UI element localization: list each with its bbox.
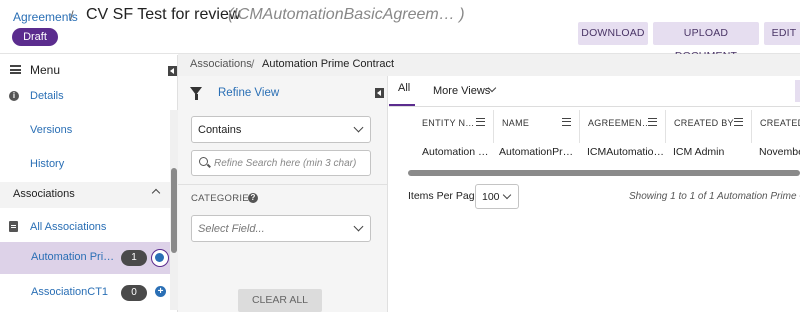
column-header-entity-name[interactable]: ENTITY N… bbox=[414, 110, 494, 143]
refine-search-input[interactable] bbox=[214, 152, 369, 174]
edit-button[interactable]: EDIT bbox=[764, 22, 800, 45]
toolbar-button-partial[interactable] bbox=[795, 80, 800, 102]
menu-row: Menu bbox=[0, 55, 178, 85]
table-cell[interactable]: Automation … bbox=[422, 146, 492, 158]
more-views-dropdown[interactable]: More Views bbox=[433, 85, 490, 97]
edit-icon[interactable] bbox=[151, 249, 169, 267]
column-menu-icon[interactable] bbox=[648, 118, 657, 126]
grid-horizontal-scrollbar[interactable] bbox=[408, 170, 800, 176]
column-label: NAME bbox=[502, 118, 530, 128]
upload-document-button[interactable]: UPLOAD DOCUMENT bbox=[653, 22, 759, 62]
chevron-up-icon[interactable] bbox=[151, 188, 161, 198]
search-icon bbox=[199, 157, 208, 166]
sidebar-scrollbar[interactable] bbox=[170, 110, 178, 310]
column-label: ENTITY N… bbox=[422, 118, 475, 128]
status-badge: Draft bbox=[12, 28, 58, 46]
items-per-page-label: Items Per Page bbox=[408, 190, 481, 202]
sidebar-item-automation-prime-contract[interactable]: Automation Prim… 1 bbox=[0, 242, 171, 274]
column-menu-icon[interactable] bbox=[734, 118, 743, 126]
association-count-badge: 0 bbox=[121, 285, 147, 301]
table-cell[interactable]: AutomationPr… bbox=[499, 146, 579, 158]
table-cell[interactable]: November bbox=[759, 146, 800, 158]
document-icon bbox=[9, 221, 18, 232]
chevron-down-icon bbox=[502, 190, 512, 200]
refine-view-panel: Refine View Contains CATEGORIES ? Select… bbox=[178, 76, 388, 312]
table-cell[interactable]: ICM Admin bbox=[673, 146, 749, 158]
info-icon: i bbox=[9, 91, 19, 101]
table-cell[interactable]: ICMAutomatio… bbox=[587, 146, 663, 158]
chevron-down-icon bbox=[353, 122, 364, 133]
grid-area: All More Views ENTITY N… NAME AGREEMEN… … bbox=[389, 76, 800, 312]
breadcrumb-separator: / bbox=[251, 57, 255, 71]
column-menu-icon[interactable] bbox=[562, 118, 571, 126]
help-icon[interactable]: ? bbox=[248, 193, 258, 203]
field-select-placeholder: Select Field... bbox=[198, 223, 265, 235]
clear-all-button[interactable]: CLEAR ALL bbox=[238, 289, 322, 312]
categories-label: CATEGORIES bbox=[191, 193, 256, 204]
items-per-page-select[interactable]: 100 bbox=[475, 184, 519, 209]
column-label: AGREEMEN… bbox=[588, 118, 652, 128]
association-breadcrumb: Associations / Automation Prime Contract bbox=[178, 54, 800, 76]
breadcrumb-current: Automation Prime Contract bbox=[262, 58, 395, 70]
hamburger-icon[interactable] bbox=[10, 65, 21, 74]
column-menu-icon[interactable] bbox=[476, 118, 485, 126]
breadcrumb-associations-link[interactable]: Associations bbox=[190, 58, 252, 70]
associations-section-label: Associations bbox=[13, 188, 75, 200]
sidebar: Menu i Details Versions History Associat… bbox=[0, 55, 178, 312]
association-label: AssociationCT1 bbox=[31, 286, 109, 298]
tab-all[interactable]: All bbox=[398, 82, 410, 94]
sidebar-item-details[interactable]: Details bbox=[30, 90, 198, 102]
column-header-created-by[interactable]: CREATED BY bbox=[666, 110, 752, 143]
field-select[interactable]: Select Field... bbox=[191, 215, 371, 242]
page-title: CV SF Test for review bbox=[86, 6, 241, 23]
column-label: CREATED D bbox=[760, 118, 800, 128]
breadcrumb-agreements-link[interactable]: Agreements bbox=[13, 10, 78, 24]
page-header: Agreements / CV SF Test for review (ICMA… bbox=[0, 0, 800, 62]
column-header-name[interactable]: NAME bbox=[494, 110, 580, 143]
download-button[interactable]: DOWNLOAD bbox=[578, 22, 648, 45]
association-count-badge: 1 bbox=[121, 250, 147, 266]
association-label: Automation Prim… bbox=[31, 251, 117, 263]
refine-view-title: Refine View bbox=[218, 87, 280, 99]
operator-select[interactable]: Contains bbox=[191, 116, 371, 143]
divider bbox=[178, 184, 388, 185]
plus-icon[interactable]: + bbox=[155, 286, 166, 297]
menu-label: Menu bbox=[30, 63, 61, 77]
pagination-summary: Showing 1 to 1 of 1 Automation Prime Con… bbox=[629, 191, 800, 202]
breadcrumb-separator: / bbox=[70, 8, 74, 23]
tabs-divider bbox=[389, 106, 800, 107]
items-per-page-value: 100 bbox=[482, 191, 500, 203]
page-subtitle: (ICMAutomationBasicAgreem… ) bbox=[228, 6, 465, 23]
collapse-refine-icon[interactable] bbox=[375, 88, 384, 98]
collapse-sidebar-icon[interactable] bbox=[168, 66, 177, 76]
sidebar-item-associationct1[interactable]: AssociationCT1 0 + bbox=[0, 277, 171, 309]
refine-search-field[interactable] bbox=[191, 150, 371, 176]
operator-select-value: Contains bbox=[198, 124, 242, 136]
column-header-agreement[interactable]: AGREEMEN… bbox=[580, 110, 666, 143]
sidebar-scroll-thumb[interactable] bbox=[171, 168, 177, 253]
funnel-icon bbox=[190, 87, 202, 100]
column-header-created-date[interactable]: CREATED D bbox=[752, 110, 800, 143]
column-label: CREATED BY bbox=[674, 118, 734, 128]
associations-section-header[interactable]: Associations bbox=[0, 182, 170, 208]
chevron-down-icon bbox=[353, 221, 364, 232]
